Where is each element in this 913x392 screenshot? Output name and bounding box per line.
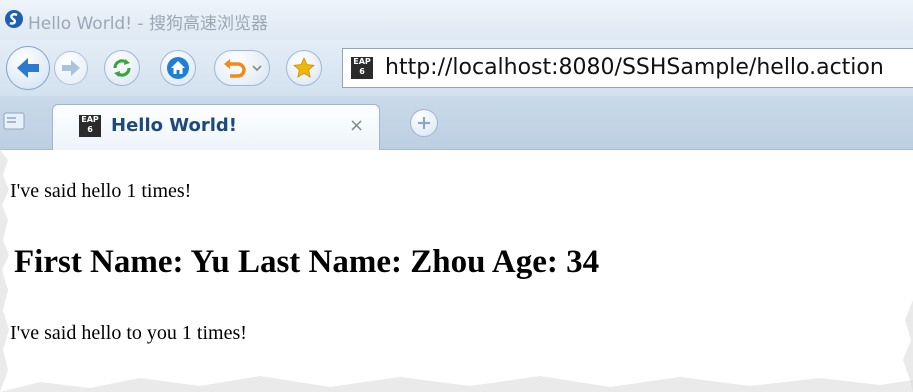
navigation-toolbar: EAP 6 http://localhost:8080/SSHSample/hel… — [0, 40, 913, 96]
refresh-icon — [113, 59, 131, 77]
tab-close-icon[interactable]: × — [349, 115, 364, 136]
tab-label: Hello World! — [111, 115, 237, 136]
person-heading: First Name: Yu Last Name: Zhou Age: 34 — [14, 244, 600, 280]
new-tab-button[interactable] — [410, 109, 438, 137]
back-arrow-icon — [17, 58, 39, 78]
home-button[interactable] — [160, 50, 196, 86]
star-icon — [293, 57, 315, 78]
tab-bar: EAP 6 Hello World! × — [0, 96, 913, 150]
page-content: I've said hello 1 times! First Name: Yu … — [0, 150, 913, 392]
undo-button[interactable] — [214, 50, 270, 86]
address-bar[interactable]: EAP 6 http://localhost:8080/SSHSample/hel… — [342, 48, 913, 88]
refresh-button[interactable] — [104, 50, 140, 86]
sogou-logo-icon — [5, 10, 23, 28]
browser-window: Hello World! - 搜狗高速浏览器 EAP 6 http://loca… — [0, 0, 913, 392]
back-button[interactable] — [6, 46, 50, 90]
undo-icon — [224, 59, 262, 78]
forward-arrow-icon — [62, 60, 80, 76]
plus-icon — [418, 117, 430, 129]
hello-you-count-text: I've said hello to you 1 times! — [10, 322, 247, 344]
address-input[interactable]: http://localhost:8080/SSHSample/hello.ac… — [385, 55, 884, 80]
hello-count-text: I've said hello 1 times! — [10, 180, 192, 202]
forward-button[interactable] — [54, 51, 88, 85]
sidebar-toggle-icon[interactable] — [2, 109, 26, 133]
window-title: Hello World! - 搜狗高速浏览器 — [28, 14, 268, 34]
site-favicon-icon: EAP 6 — [351, 57, 373, 79]
home-icon — [167, 57, 189, 79]
tab-hello-world[interactable]: EAP 6 Hello World! × — [52, 104, 380, 150]
title-bar: Hello World! - 搜狗高速浏览器 — [0, 0, 913, 40]
tab-favicon-icon: EAP 6 — [79, 115, 101, 137]
favorite-button[interactable] — [286, 50, 322, 86]
